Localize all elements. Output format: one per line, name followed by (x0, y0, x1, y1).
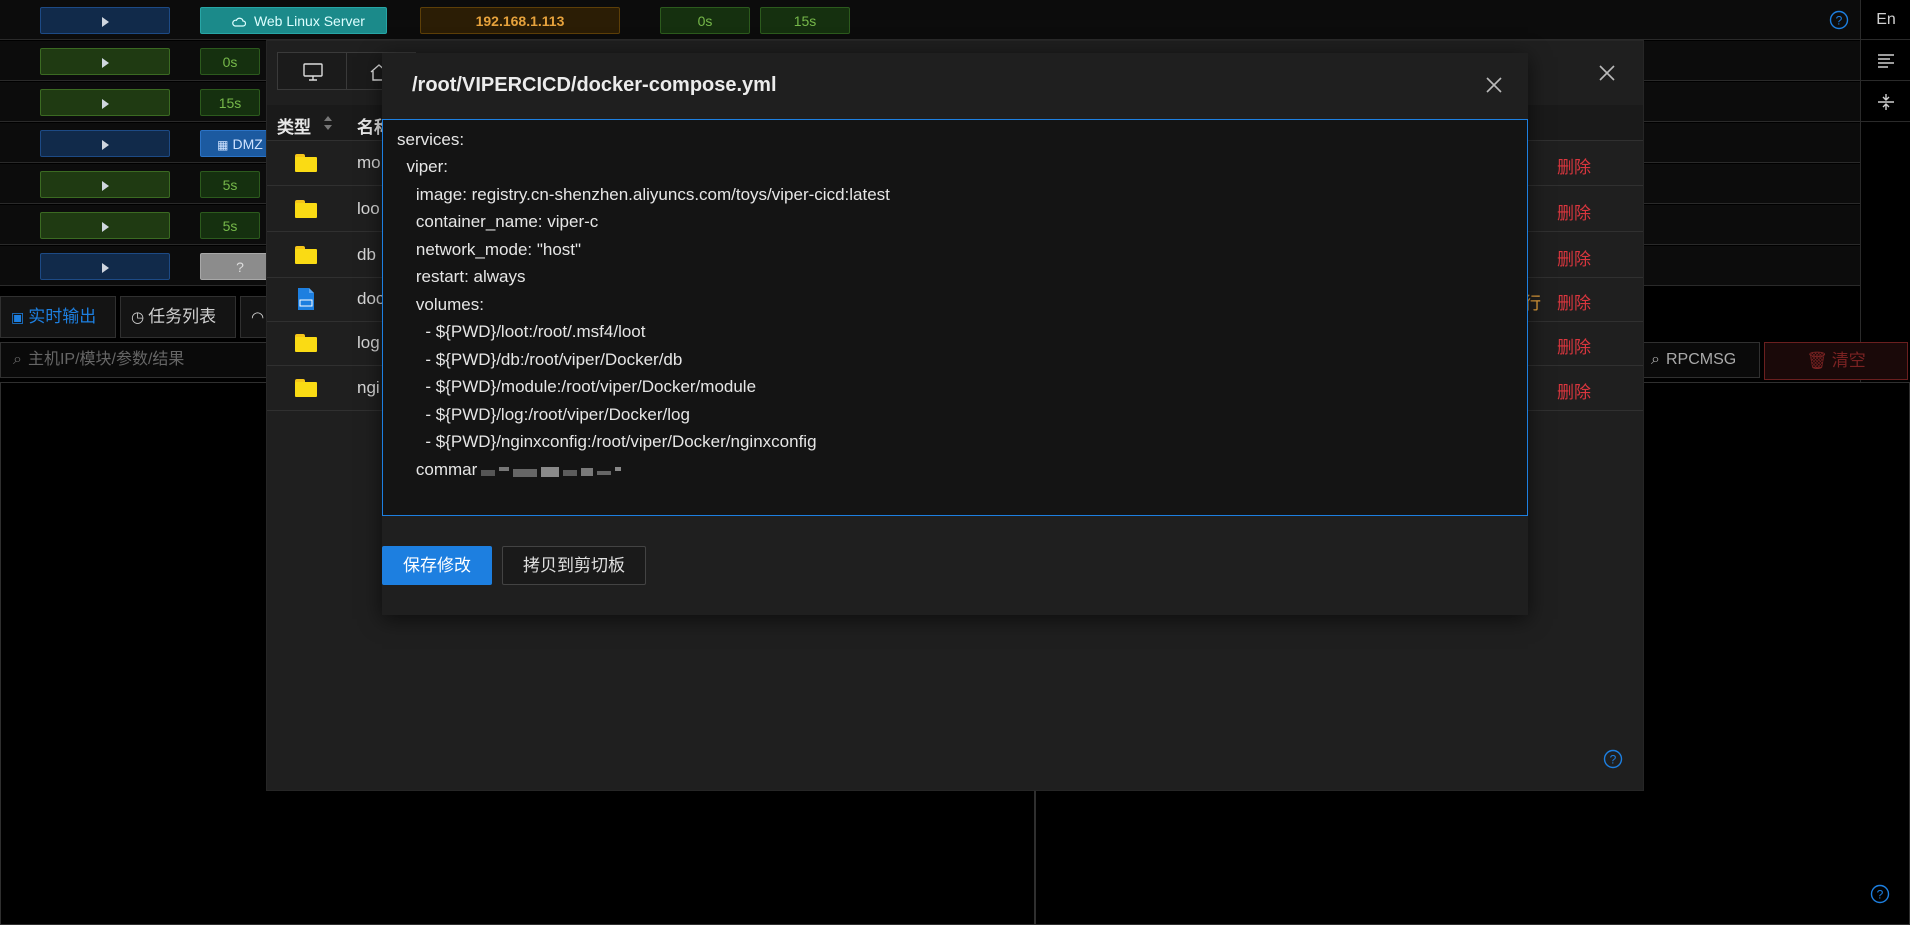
delete-link[interactable]: 删除 (1557, 153, 1591, 178)
host-tag-label: DMZ (232, 136, 263, 152)
file-icon (298, 288, 314, 310)
run-button[interactable] (40, 171, 170, 198)
clear-label: 清空 (1831, 351, 1866, 370)
play-icon (101, 99, 109, 110)
help-icon[interactable]: ? (1603, 749, 1623, 769)
heartbeat-badge: 0s (200, 48, 260, 75)
delete-link[interactable]: 删除 (1557, 245, 1591, 270)
delete-link[interactable]: 删除 (1557, 333, 1591, 358)
code-line: commar (397, 460, 478, 479)
file-name: mo (357, 153, 381, 172)
heartbeat-badge: 5s (200, 212, 260, 239)
code-editor[interactable]: services: viper: image: registry.cn-shen… (382, 119, 1528, 516)
play-icon (101, 58, 109, 69)
file-name: log (357, 333, 380, 352)
cloud-icon (232, 17, 247, 27)
editor-modal: /root/VIPERCICD/docker-compose.yml servi… (382, 53, 1528, 615)
search-icon: ⌕ (13, 351, 22, 368)
code-line: volumes: (397, 295, 484, 314)
delete-link[interactable]: 删除 (1557, 378, 1591, 403)
code-line: services: (397, 130, 465, 149)
heartbeat-badge: 0s (660, 7, 750, 34)
play-icon (101, 17, 109, 28)
tab-task-list[interactable]: ◷ 任务列表 (120, 296, 236, 338)
svg-text:?: ? (1836, 14, 1843, 28)
headset-icon: ◠ (251, 309, 265, 326)
search-input[interactable]: ⌕ 主机IP/模块/参数/结果 (0, 342, 270, 378)
help-icon[interactable]: ? (1870, 884, 1890, 904)
sort-icon[interactable] (322, 114, 334, 132)
delete-link[interactable]: 删除 (1557, 199, 1591, 224)
save-button[interactable]: 保存修改 (382, 546, 492, 585)
editor-close-icon[interactable] (1484, 75, 1504, 95)
heartbeat-badge: 5s (200, 171, 260, 198)
svg-text:?: ? (1877, 888, 1884, 902)
code-line: viper: (397, 157, 449, 176)
col-type: 类型 (277, 118, 311, 137)
help-icon[interactable]: ? (1829, 10, 1849, 30)
collapse-icon[interactable] (1861, 82, 1910, 122)
host-ip: 192.168.1.113 (420, 7, 620, 34)
file-name: db (357, 245, 376, 264)
tab-label: 实时输出 (28, 307, 97, 326)
play-icon (101, 263, 109, 274)
folder-icon (295, 379, 317, 397)
code-line: container_name: viper-c (397, 212, 599, 231)
host-row: Web Linux Server 192.168.1.113 0s 15s ? (0, 0, 1860, 40)
desktop-button[interactable] (277, 52, 347, 90)
language-toggle[interactable]: En (1861, 0, 1910, 40)
folder-icon (295, 154, 317, 172)
tab-label: 任务列表 (148, 307, 217, 326)
play-icon (101, 181, 109, 192)
search-icon: ⌕ (1651, 351, 1660, 368)
monitor-icon: ▣ (11, 309, 25, 325)
folder-icon (295, 246, 317, 264)
run-button[interactable] (40, 130, 170, 157)
run-button[interactable] (40, 253, 170, 280)
desktop-icon (303, 63, 323, 81)
redacted-text (481, 465, 631, 481)
interval-badge: 15s (760, 7, 850, 34)
delete-link[interactable]: 删除 (1557, 289, 1591, 314)
folder-icon (295, 334, 317, 352)
unknown-os-tag: ? (200, 253, 270, 280)
clear-button[interactable]: 🗑 清空 (1764, 342, 1908, 380)
network-icon: ▦ (217, 138, 229, 152)
code-line: - ${PWD}/log:/root/viper/Docker/log (397, 405, 690, 424)
trash-icon: 🗑 (1806, 351, 1828, 370)
tab-realtime-output[interactable]: ▣ 实时输出 (0, 296, 116, 338)
svg-text:?: ? (1610, 753, 1617, 767)
code-line: - ${PWD}/module:/root/viper/Docker/modul… (397, 377, 757, 396)
file-name: doc (357, 289, 385, 308)
code-line: - ${PWD}/db:/root/viper/Docker/db (397, 350, 683, 369)
search-placeholder: 主机IP/模块/参数/结果 (27, 351, 185, 368)
rpc-search-value: RPCMSG (1665, 351, 1737, 368)
play-icon (101, 140, 109, 151)
code-line: network_mode: "host" (397, 240, 582, 259)
file-manager-close-icon[interactable] (1597, 63, 1617, 83)
host-tag: ▦ DMZ (200, 130, 270, 157)
folder-icon (295, 200, 317, 218)
run-button[interactable] (40, 48, 170, 75)
code-line: - ${PWD}/loot:/root/.msf4/loot (397, 322, 646, 341)
file-name: loo (357, 199, 380, 218)
host-tag: Web Linux Server (200, 7, 387, 34)
file-name: ngi (357, 378, 380, 397)
run-button[interactable] (40, 89, 170, 116)
host-tag-label: Web Linux Server (253, 13, 365, 29)
code-line: restart: always (397, 267, 526, 286)
align-icon[interactable] (1861, 41, 1910, 81)
app-root: Web Linux Server 192.168.1.113 0s 15s ? … (0, 0, 1910, 925)
rpc-search-input[interactable]: ⌕ RPCMSG (1640, 342, 1760, 378)
run-button[interactable] (40, 7, 170, 34)
copy-to-clipboard-button[interactable]: 拷贝到剪切板 (502, 546, 646, 585)
code-line: image: registry.cn-shenzhen.aliyuncs.com… (397, 185, 890, 204)
clock-icon: ◷ (131, 309, 145, 326)
play-icon (101, 222, 109, 233)
code-line: - ${PWD}/nginxconfig:/root/viper/Docker/… (397, 432, 817, 451)
run-button[interactable] (40, 212, 170, 239)
heartbeat-badge: 15s (200, 89, 260, 116)
editor-title: /root/VIPERCICD/docker-compose.yml (412, 74, 777, 96)
